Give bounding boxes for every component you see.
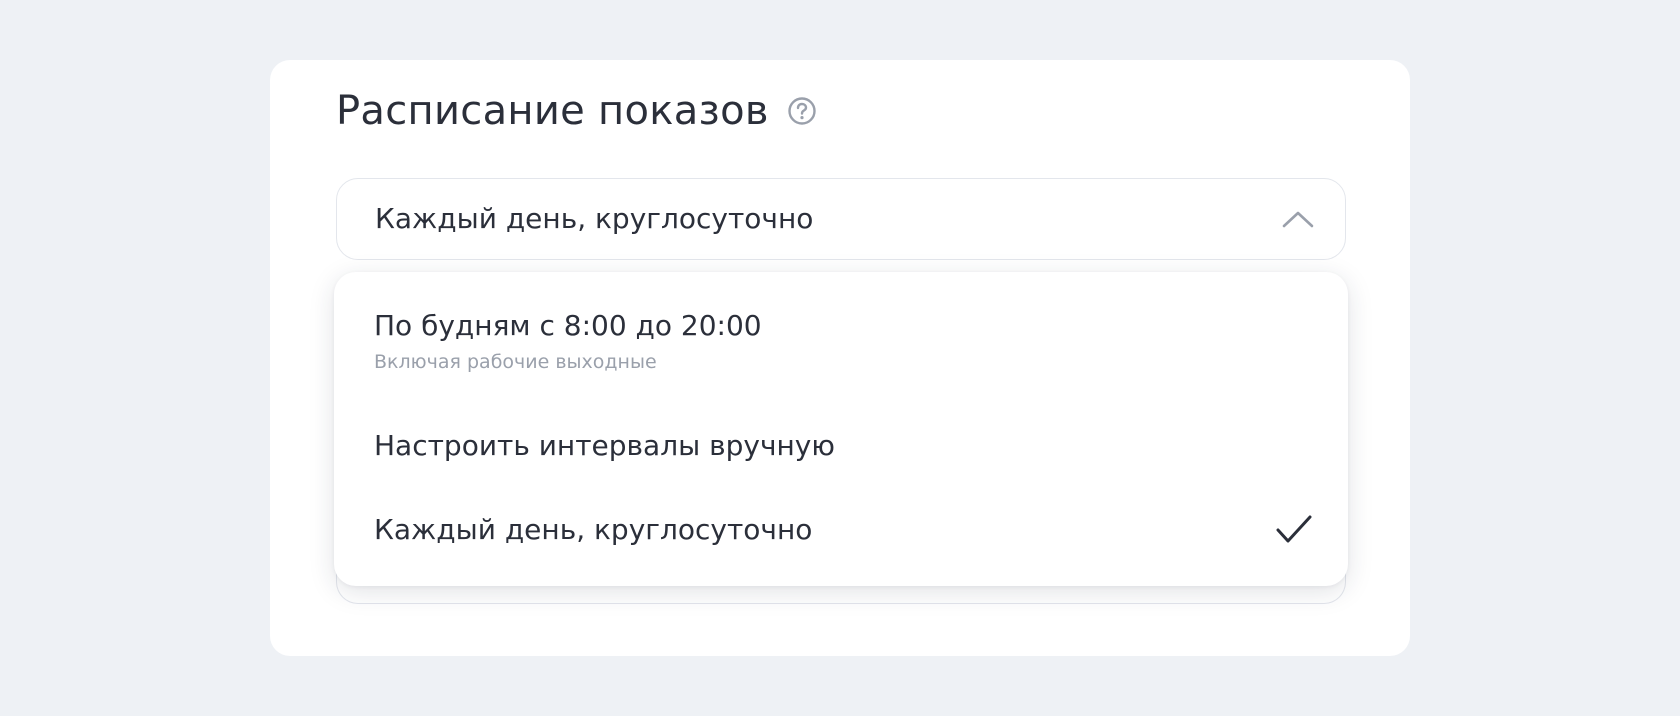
option-label: По будням с 8:00 до 20:00 — [374, 309, 762, 342]
option-label: Настроить интервалы вручную — [374, 429, 835, 462]
option-manual-intervals[interactable]: Настроить интервалы вручную — [374, 426, 1316, 466]
section-title: Расписание показов — [336, 88, 769, 134]
schedule-card: Расписание показов Каждый день, круглосу… — [270, 60, 1410, 656]
chevron-up-icon[interactable] — [1281, 206, 1315, 232]
schedule-select[interactable]: Каждый день, круглосуточно — [336, 178, 1346, 260]
option-every-day[interactable]: Каждый день, круглосуточно — [374, 510, 1316, 550]
schedule-select-value: Каждый день, круглосуточно — [375, 202, 814, 235]
title-row: Расписание показов — [336, 76, 817, 146]
option-weekdays[interactable]: По будням с 8:00 до 20:00 Включая рабочи… — [374, 306, 1316, 376]
checkmark-icon — [1274, 512, 1314, 548]
option-sublabel: Включая рабочие выходные — [374, 351, 657, 373]
schedule-dropdown-menu: По будням с 8:00 до 20:00 Включая рабочи… — [334, 272, 1348, 586]
question-circle-icon[interactable] — [787, 96, 817, 126]
option-label: Каждый день, круглосуточно — [374, 513, 813, 546]
